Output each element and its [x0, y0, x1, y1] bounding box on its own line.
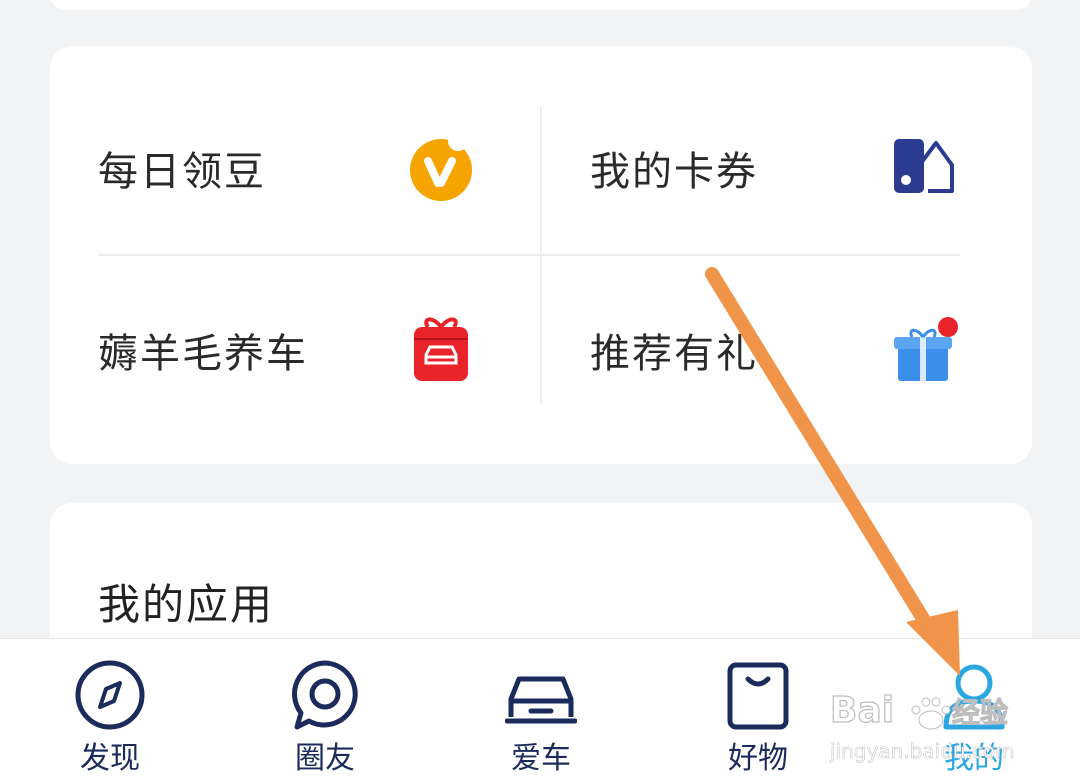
daily-beans-entry[interactable]: 每日领豆 — [98, 108, 538, 228]
tab-my-car-label: 爱车 — [511, 741, 571, 776]
car-icon — [504, 659, 578, 731]
tab-my-car[interactable]: 爱车 — [471, 639, 611, 782]
chat-bubble-icon — [289, 659, 361, 731]
my-apps-title: 我的应用 — [98, 580, 275, 629]
tab-discover-label: 发现 — [80, 741, 140, 776]
my-coupons-entry[interactable]: 我的卡券 — [590, 108, 1030, 228]
svg-text:jingyan.baidu.com: jingyan.baidu.com — [829, 739, 1015, 763]
tab-friends[interactable]: 圈友 — [255, 639, 395, 782]
baidu-jingyan-watermark: Bai 经验 jingyan.baidu.com — [829, 689, 1015, 763]
svg-text:Bai: Bai — [830, 690, 894, 731]
car-gift-icon — [406, 315, 476, 385]
wool-car-care-label: 薅羊毛养车 — [98, 331, 308, 377]
daily-beans-icon — [406, 131, 476, 203]
tab-goods[interactable]: 好物 — [688, 639, 828, 782]
daily-beans-label: 每日领豆 — [98, 149, 266, 195]
tab-goods-label: 好物 — [728, 741, 788, 776]
tab-friends-label: 圈友 — [295, 741, 355, 776]
referral-gift-entry[interactable]: 推荐有礼 — [590, 290, 1030, 410]
bag-icon — [722, 659, 794, 731]
wool-car-care-entry[interactable]: 薅羊毛养车 — [98, 290, 538, 410]
coupon-icon — [888, 133, 958, 203]
quick-links-card: 每日领豆 我的卡券 薅羊毛养车 推荐有礼 — [50, 46, 1032, 464]
compass-icon — [74, 659, 146, 731]
referral-gift-label: 推荐有礼 — [590, 331, 758, 377]
my-coupons-label: 我的卡券 — [590, 149, 758, 195]
tab-discover[interactable]: 发现 — [40, 639, 180, 782]
gift-box-icon — [888, 315, 958, 385]
svg-text:经验: 经验 — [952, 696, 1008, 729]
previous-card — [50, 0, 1032, 10]
grid-divider-horizontal — [98, 254, 960, 256]
